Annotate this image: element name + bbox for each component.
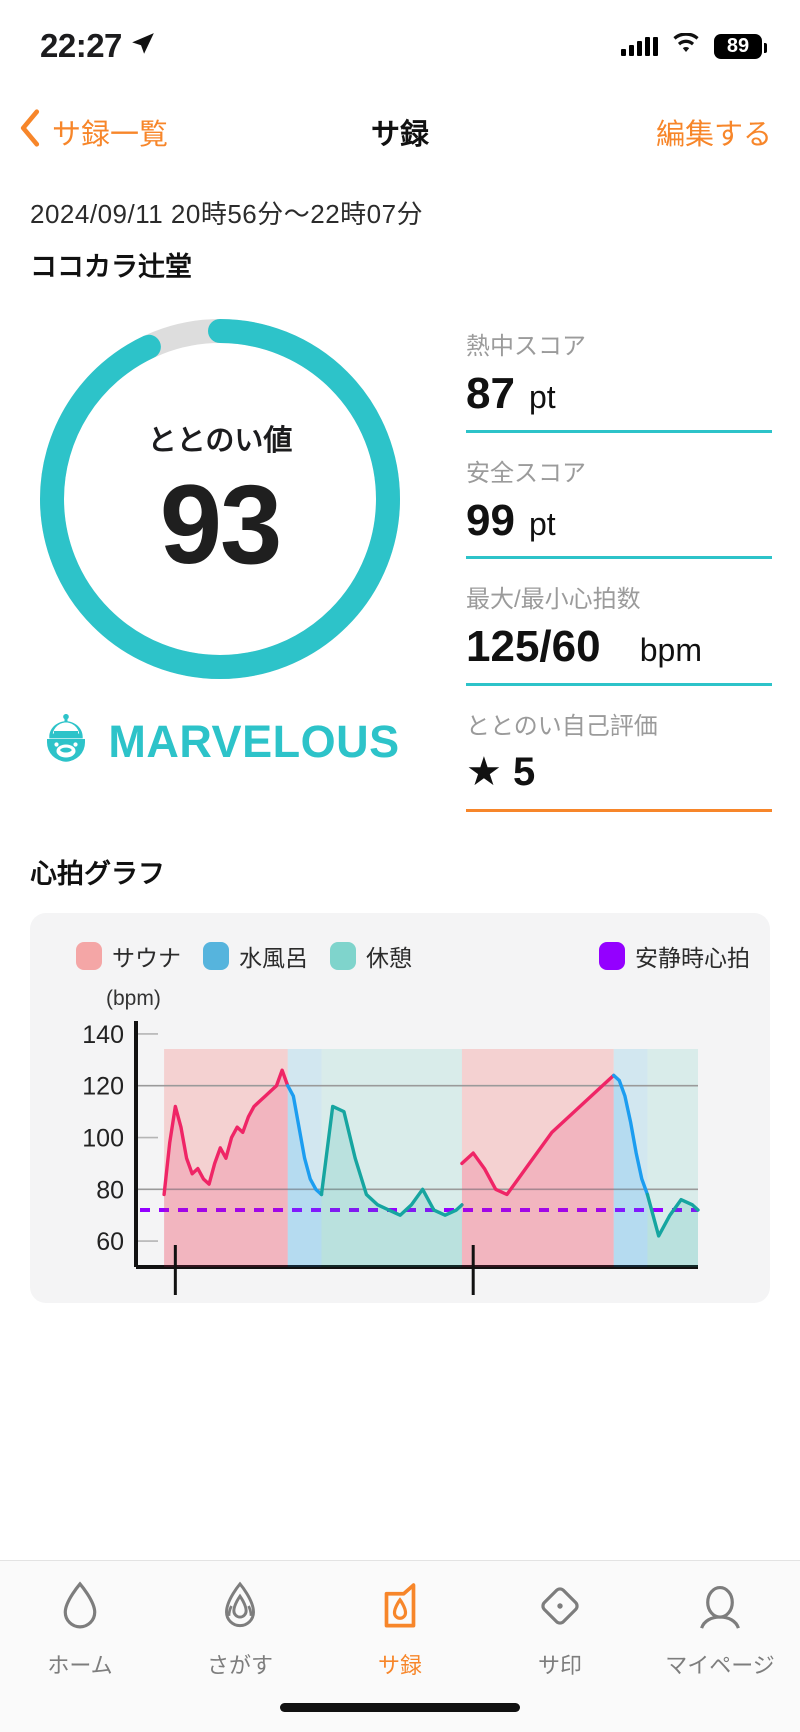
stat-label: ととのい自己評価 (466, 712, 658, 740)
stat-anzen-score: 安全スコア 99 pt (466, 453, 772, 560)
stat-value: 87 (466, 369, 515, 418)
tab-mypage[interactable]: マイページ (640, 1579, 800, 1680)
stat-value: 99 (466, 495, 515, 545)
heart-rate-chart-section: 心拍グラフ サウナ 水風呂 休憩 安静時心拍 (bpm) 60801001 (0, 832, 800, 1303)
navigation-bar: サ録一覧 サ録 編集する (0, 92, 800, 172)
tab-label: サ録 (377, 1653, 422, 1678)
session-date-range: 2024/09/11 20時56分〜22時07分 (30, 199, 424, 229)
chart-legend: サウナ 水風呂 休憩 安静時心拍 (50, 939, 750, 973)
battery-indicator: 89 (714, 33, 767, 59)
tab-home[interactable]: ホーム (0, 1579, 160, 1680)
svg-text:100: 100 (82, 1124, 124, 1152)
chart-plot-area[interactable]: (bpm) 60 80 100 120 140 (50, 987, 750, 1303)
chevron-left-icon (18, 109, 42, 155)
stat-label: 熱中スコア (466, 333, 586, 360)
status-bar-left: 22:27 (40, 27, 156, 65)
rank-badge: MARVELOUS (40, 710, 399, 773)
totonoi-gauge-block: ととのい値 93 MARVELOUS (0, 314, 440, 773)
stat-unit: pt (528, 505, 556, 542)
legend-item-coldbath: 水風呂 (203, 939, 308, 973)
bottom-tab-bar: ホーム さがす サ録 サ印 マイページ (0, 1560, 800, 1732)
chart-card: サウナ 水風呂 休憩 安静時心拍 (bpm) 60 80 100 120 140 (30, 912, 770, 1303)
edit-button[interactable]: 編集する (656, 111, 772, 153)
summary-section: ととのい値 93 MARVELOUS 熱中スコア 87 pt 安全スコア 99 … (0, 284, 800, 832)
legend-swatch (203, 941, 229, 970)
legend-label: 休憩 (366, 944, 412, 971)
flame-search-icon (215, 1579, 265, 1638)
stat-underline (466, 808, 772, 812)
rank-label: MARVELOUS (108, 715, 400, 767)
home-indicator (280, 1703, 520, 1712)
chart-title: 心拍グラフ (30, 858, 165, 889)
location-arrow-icon (130, 31, 156, 62)
stat-value-row: 87 pt (466, 369, 772, 420)
stat-self-rating[interactable]: ととのい自己評価 ★ 5 (466, 706, 772, 812)
legend-swatch (599, 941, 625, 970)
stat-nesshu-score: 熱中スコア 87 pt (466, 326, 772, 433)
legend-label: サウナ (112, 944, 181, 971)
session-header: 2024/09/11 20時56分〜22時07分 ココカラ辻堂 (0, 172, 800, 284)
sauna-hat-face-icon (40, 710, 92, 773)
diamond-stamp-icon (535, 1579, 585, 1638)
legend-item-resting-hr: 安静時心拍 (599, 939, 750, 973)
legend-label: 安静時心拍 (635, 944, 750, 971)
wifi-icon (671, 32, 701, 60)
stat-value-row: ★ 5 (466, 749, 772, 799)
back-button[interactable]: サ録一覧 (18, 109, 168, 155)
stat-label: 最大/最小心拍数 (466, 586, 641, 614)
stat-underline (466, 429, 772, 433)
heart-rate-plot[interactable]: 60 80 100 120 140 (50, 1011, 710, 1301)
totonoi-label: ととのい値 (147, 425, 293, 457)
stat-value-row: 125/60 bpm (466, 622, 772, 673)
legend-item-sauna: サウナ (76, 939, 181, 973)
legend-label: 水風呂 (239, 944, 308, 971)
record-flame-icon (375, 1579, 425, 1638)
svg-text:120: 120 (82, 1073, 124, 1101)
cellular-bars-icon (621, 36, 658, 56)
stat-value-row: 99 pt (466, 496, 772, 547)
svg-text:80: 80 (96, 1176, 124, 1204)
totonoi-value: 93 (159, 462, 283, 587)
tab-label: サ印 (537, 1653, 582, 1678)
legend-item-rest: 休憩 (330, 939, 412, 973)
back-button-label: サ録一覧 (52, 119, 169, 151)
tab-search[interactable]: さがす (160, 1579, 320, 1680)
status-time: 22:27 (40, 27, 122, 64)
tab-label: さがす (206, 1653, 273, 1678)
stats-list: 熱中スコア 87 pt 安全スコア 99 pt 最大/最小心拍数 125/60 … (440, 314, 800, 832)
stat-value: 125/60 (466, 622, 601, 672)
tab-stamp[interactable]: サ印 (480, 1579, 640, 1680)
stat-unit: pt (528, 379, 556, 415)
status-bar: 22:27 89 (0, 0, 800, 92)
totonoi-gauge-center: ととのい値 93 (35, 314, 405, 684)
legend-swatch (330, 941, 356, 970)
session-venue: ココカラ辻堂 (30, 252, 192, 282)
legend-swatch (76, 941, 102, 970)
tab-label: ホーム (47, 1653, 113, 1678)
svg-text:140: 140 (82, 1021, 124, 1049)
stat-heart-rate-range: 最大/最小心拍数 125/60 bpm (466, 579, 772, 686)
tab-label: マイページ (665, 1653, 775, 1678)
stat-label: 安全スコア (466, 459, 586, 487)
tab-record[interactable]: サ録 (320, 1579, 480, 1680)
svg-text:60: 60 (96, 1228, 124, 1256)
person-icon (695, 1579, 745, 1638)
status-bar-right: 89 (621, 32, 767, 60)
star-rating-value: ★ 5 (466, 749, 536, 794)
water-drop-icon (55, 1579, 105, 1638)
stat-underline (466, 556, 772, 560)
stat-underline (466, 682, 772, 686)
y-axis-unit-label: (bpm) (106, 986, 161, 1010)
stat-unit: bpm (639, 632, 702, 669)
totonoi-gauge: ととのい値 93 (35, 314, 405, 684)
